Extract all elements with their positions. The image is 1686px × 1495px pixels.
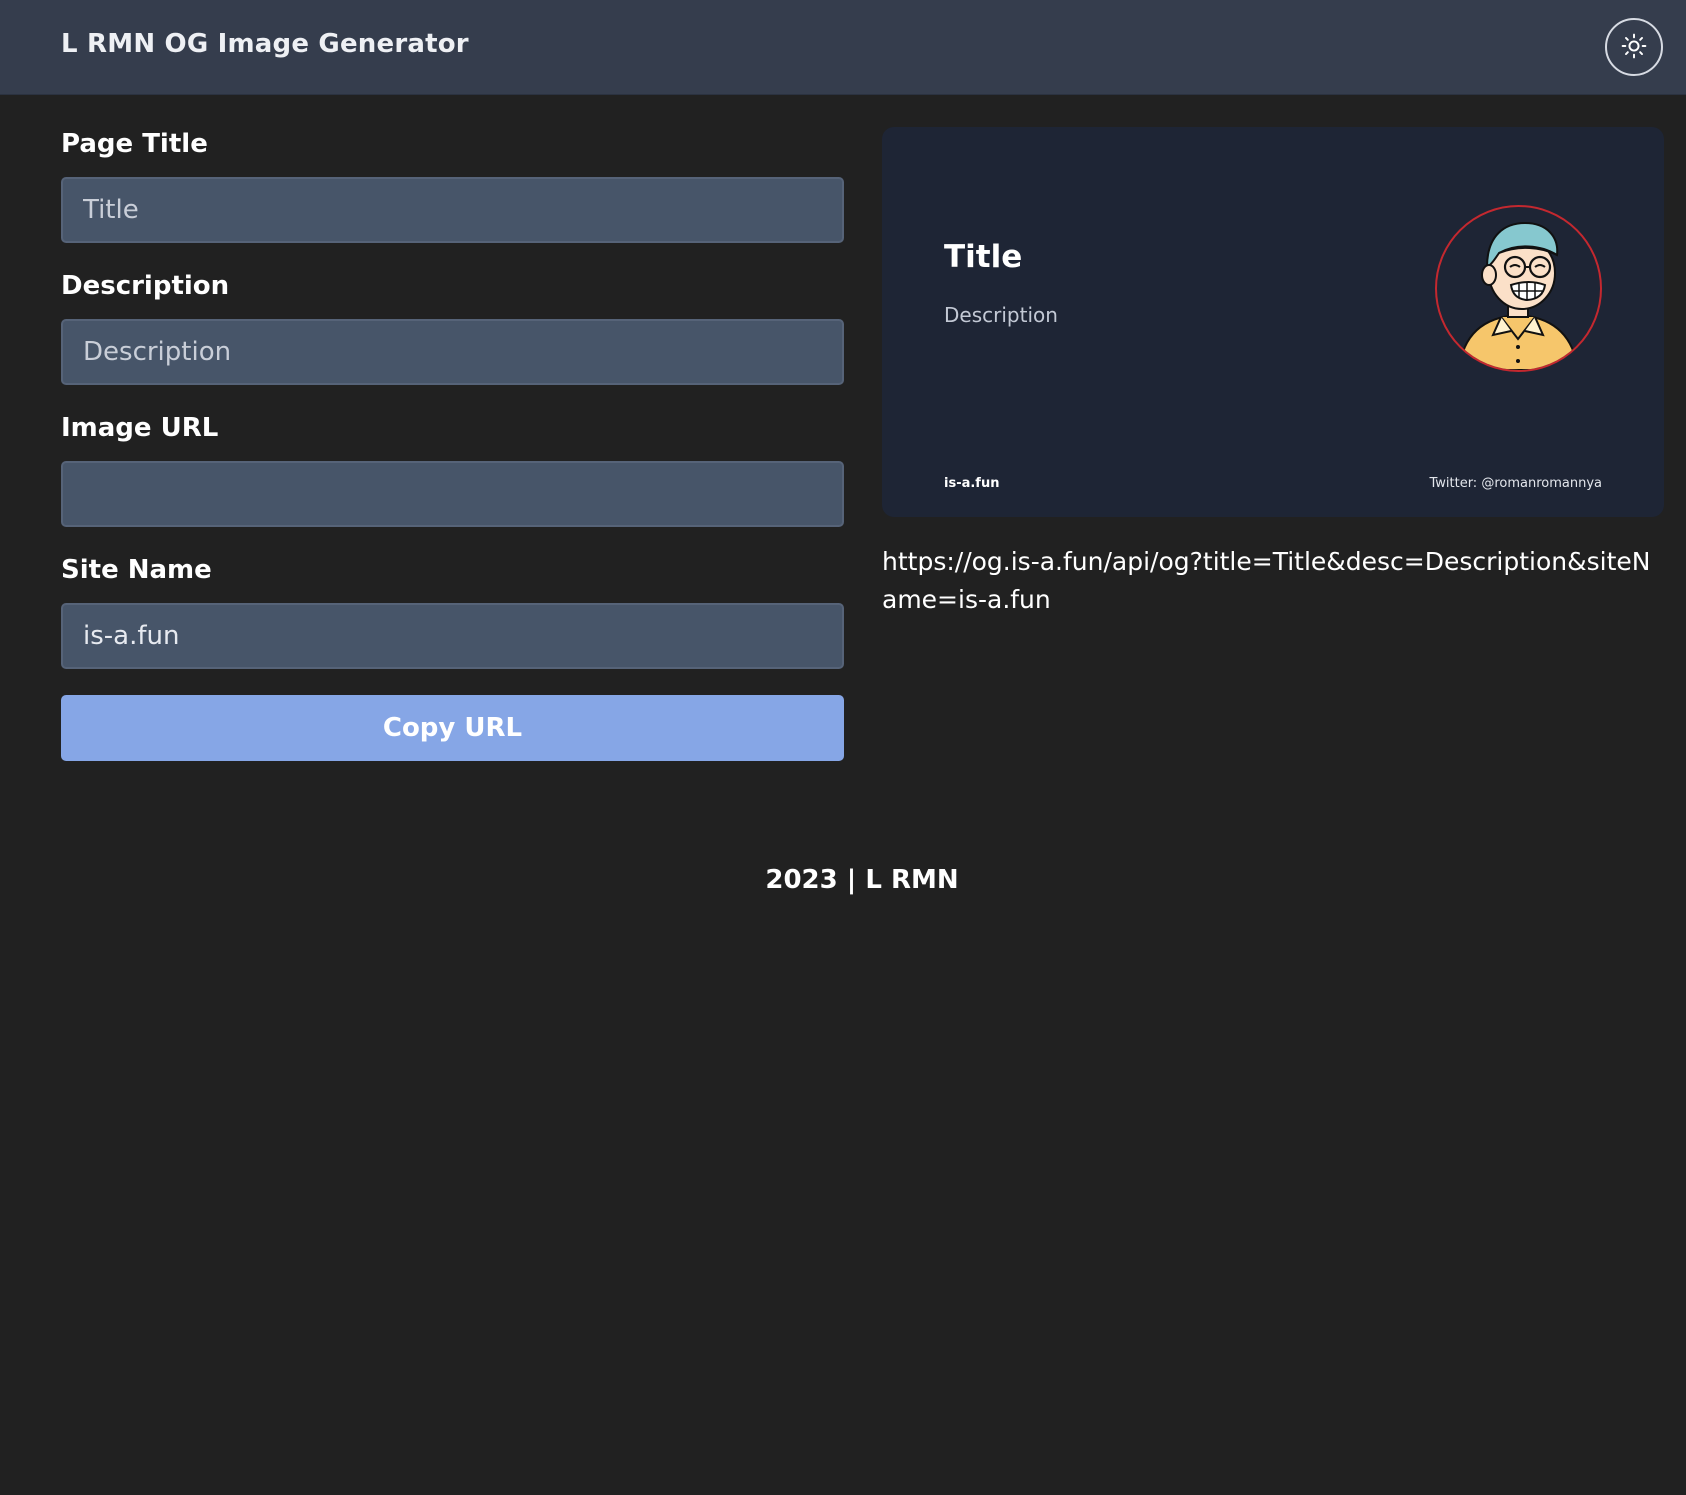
preview-title: Title <box>944 239 1023 275</box>
preview-site-name: is-a.fun <box>944 476 1000 491</box>
avatar <box>1435 205 1602 372</box>
og-image-preview: Title Description is-a.fun Twitter: @rom… <box>882 127 1664 517</box>
copy-url-button[interactable]: Copy URL <box>61 695 844 761</box>
preview-twitter-handle: Twitter: @romanromannya <box>1429 476 1602 491</box>
page-title-label: Page Title <box>61 129 208 159</box>
page-title-input[interactable] <box>61 177 844 243</box>
site-name-label: Site Name <box>61 555 212 585</box>
generated-url-text: https://og.is-a.fun/api/og?title=Title&d… <box>882 547 1651 614</box>
site-name-input[interactable] <box>61 603 844 669</box>
sun-icon <box>1621 33 1647 62</box>
avatar-illustration-icon <box>1457 221 1580 370</box>
description-label: Description <box>61 271 230 301</box>
image-url-input[interactable] <box>61 461 844 527</box>
footer: 2023 | L RMN <box>765 865 959 895</box>
preview-description: Description <box>944 303 1058 327</box>
app-title: L RMN OG Image Generator <box>61 29 469 59</box>
theme-toggle-button[interactable] <box>1605 18 1663 76</box>
app-header: L RMN OG Image Generator <box>0 0 1686 95</box>
image-url-label: Image URL <box>61 413 219 443</box>
description-input[interactable] <box>61 319 844 385</box>
